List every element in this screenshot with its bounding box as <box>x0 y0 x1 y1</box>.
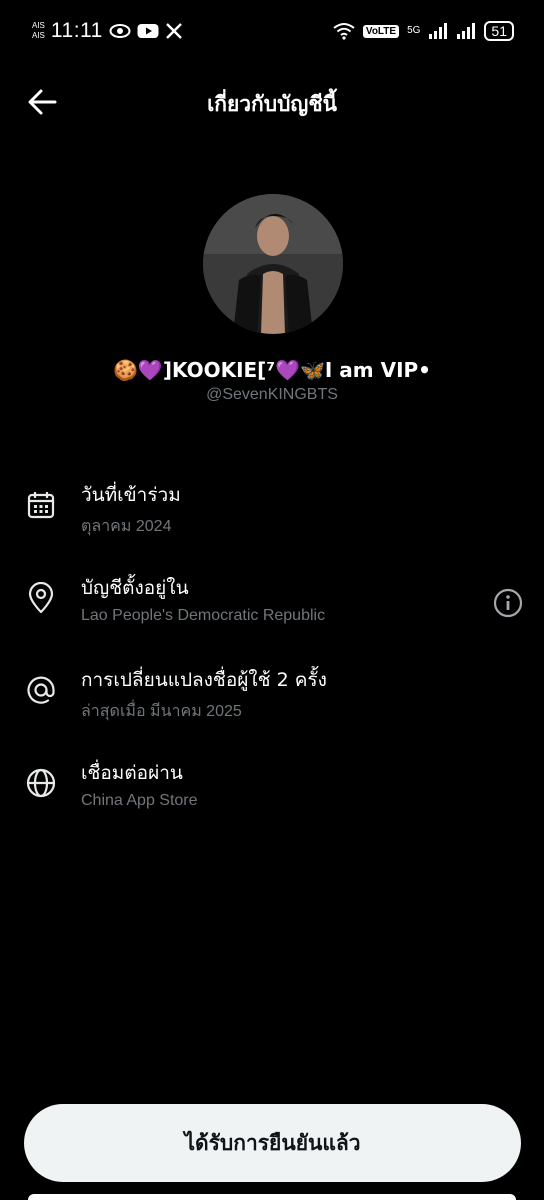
bottom-sheet-edge <box>28 1194 516 1200</box>
status-bar: AIS AIS 11:11 VoLTE 5G 51 <box>0 0 544 62</box>
network-type: 5G <box>407 25 421 36</box>
location-pin-icon <box>24 581 58 615</box>
display-name: 🍪💜]KOOKIE[⁷💜🦋I am VIP• <box>113 358 431 382</box>
joined-value: ตุลาคม 2024 <box>81 518 172 535</box>
user-handle: @SevenKINGBTS <box>206 386 338 403</box>
at-sign-icon <box>24 673 58 707</box>
location-label: บัญชีตั้งอยู่ใน <box>81 577 189 599</box>
x-logo-icon <box>165 22 183 40</box>
joined-label: วันที่เข้าร่วม <box>81 484 181 506</box>
location-value: Lao People's Democratic Republic <box>81 607 326 624</box>
avatar-image <box>203 194 343 334</box>
youtube-icon <box>137 23 159 39</box>
verified-button[interactable]: ได้รับการยืนยันแล้ว <box>24 1104 521 1182</box>
status-right: VoLTE 5G 51 <box>333 21 514 41</box>
carrier-labels: AIS AIS <box>32 21 45 41</box>
connected-via-value: China App Store <box>81 792 198 809</box>
info-row-connected-via: เชื่อมต่อผ่าน China App Store <box>0 758 544 828</box>
status-left: AIS AIS 11:11 <box>32 19 183 43</box>
signal-icon-2 <box>456 23 476 39</box>
wifi-icon <box>333 22 355 40</box>
info-row-location: บัญชีตั้งอยู่ใน Lao People's Democratic … <box>0 573 544 643</box>
calendar-icon <box>24 488 58 522</box>
info-circle-icon <box>493 588 523 618</box>
about-account-screen: AIS AIS 11:11 VoLTE 5G 51 เกี่ยวกับบัญชี… <box>0 0 544 1200</box>
carrier-1: AIS <box>32 21 45 30</box>
battery-indicator: 51 <box>484 21 514 41</box>
username-changes-label: การเปลี่ยนแปลงชื่อผู้ใช้ 2 ครั้ง <box>81 669 327 691</box>
info-button[interactable] <box>492 587 524 619</box>
eye-icon <box>109 23 131 39</box>
avatar[interactable] <box>203 194 343 334</box>
status-time: 11:11 <box>50 19 103 42</box>
page-title: เกี่ยวกับบัญชีนี้ <box>207 92 337 116</box>
info-row-username-changes: การเปลี่ยนแปลงชื่อผู้ใช้ 2 ครั้ง ล่าสุดเ… <box>0 665 544 735</box>
username-changes-value: ล่าสุดเมื่อ มีนาคม 2025 <box>81 703 242 720</box>
globe-icon <box>24 766 58 800</box>
volte-badge: VoLTE <box>362 24 400 38</box>
carrier-2: AIS <box>32 31 45 40</box>
header: เกี่ยวกับบัญชีนี้ <box>0 72 544 132</box>
info-row-joined: วันที่เข้าร่วม ตุลาคม 2024 <box>0 480 544 550</box>
signal-icon-1 <box>428 23 448 39</box>
connected-via-label: เชื่อมต่อผ่าน <box>81 762 183 784</box>
